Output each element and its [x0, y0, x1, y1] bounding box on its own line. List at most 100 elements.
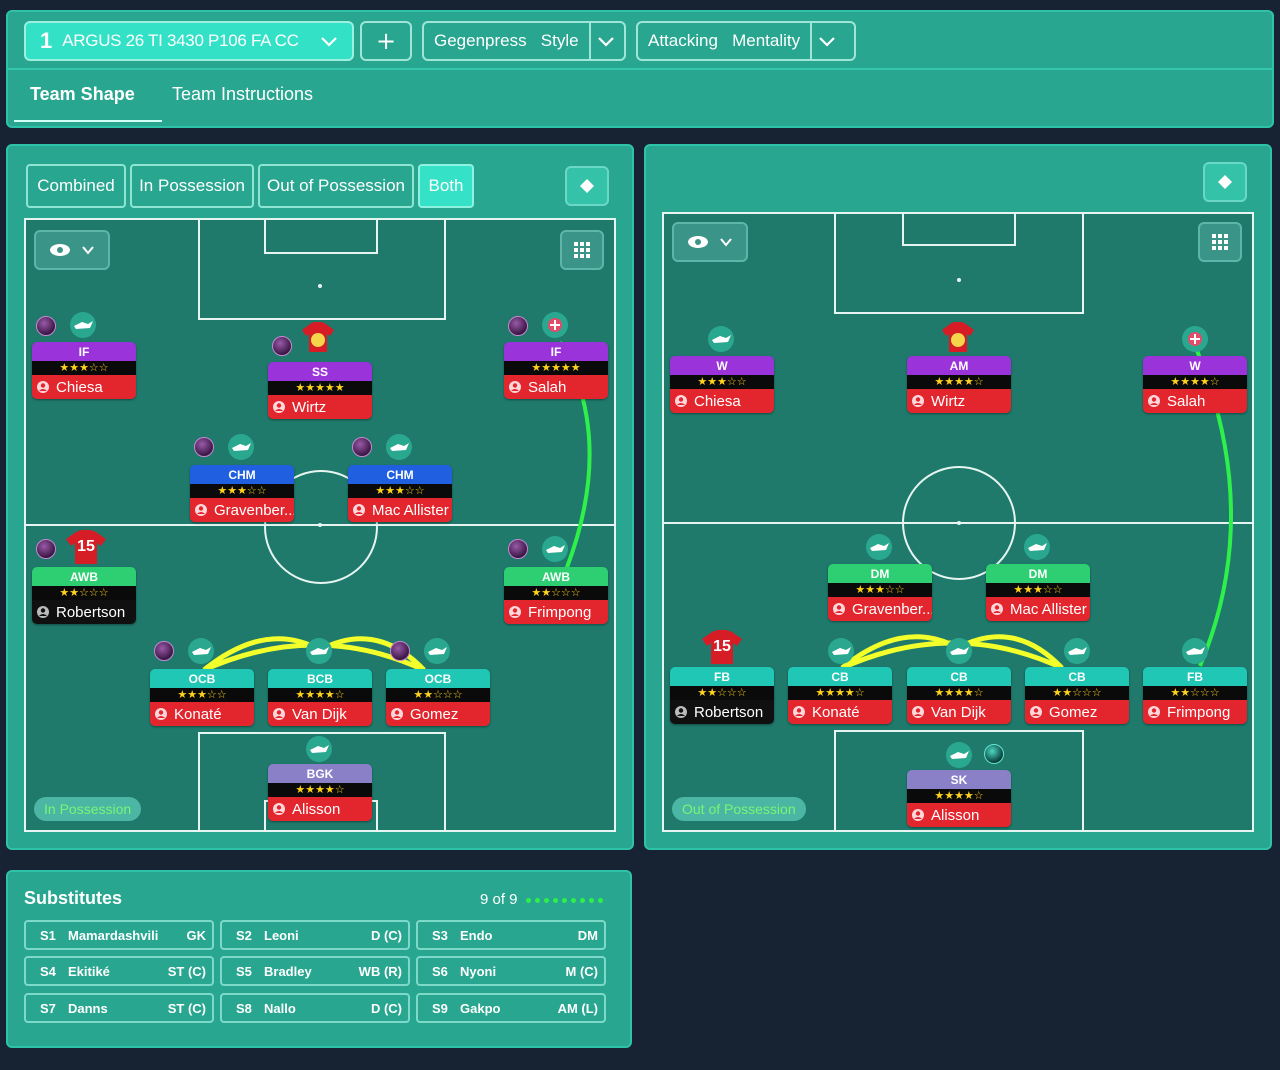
player-name: Konaté: [812, 703, 860, 721]
substitute-slot[interactable]: S7 Danns ST (C): [24, 993, 214, 1023]
player-trait-icon: [36, 539, 56, 559]
player-card[interactable]: CB ★★★★☆ Van Dijk: [907, 667, 1011, 724]
tactic-selector[interactable]: 1 ARGUS 26 TI 3430 P106 FA CC: [24, 21, 354, 61]
player-rating: ★★★★☆: [907, 686, 1011, 700]
role-figure-icon: [188, 638, 214, 664]
player-rating: ★★★☆☆: [828, 583, 932, 597]
player-card[interactable]: SS ★★★★★ Wirtz: [268, 362, 372, 419]
player-name: Frimpong: [1167, 703, 1231, 721]
substitutes-count: 9 of 9: [480, 891, 518, 908]
player-card[interactable]: FB ★★☆☆☆ Robertson: [670, 667, 774, 724]
player-card[interactable]: FB ★★☆☆☆ Frimpong: [1143, 667, 1247, 724]
substitutes-indicator: [526, 898, 603, 903]
substitute-slot[interactable]: S5 Bradley WB (R): [220, 956, 410, 986]
player-card[interactable]: OCB ★★★☆☆ Konaté: [150, 669, 254, 726]
tab-team-instructions[interactable]: Team Instructions: [172, 84, 313, 105]
pitch-view-button[interactable]: [1203, 162, 1247, 202]
substitute-slot[interactable]: S8 Nallo D (C): [220, 993, 410, 1023]
player-role: IF: [32, 342, 136, 361]
top-bar: 1 ARGUS 26 TI 3430 P106 FA CC + Gegenpre…: [6, 10, 1274, 128]
grid-toggle[interactable]: [560, 230, 604, 270]
substitute-slot[interactable]: S3 Endo DM: [416, 920, 606, 950]
player-name: Mac Allister: [1010, 600, 1087, 618]
player-role: BCB: [268, 669, 372, 688]
add-tactic-button[interactable]: +: [360, 21, 412, 61]
substitute-slot[interactable]: S1 Mamardashvili GK: [24, 920, 214, 950]
style-dropdown[interactable]: Gegenpress Style: [422, 21, 626, 61]
person-icon: [273, 401, 285, 413]
player-name-bar: Gomez: [1025, 700, 1129, 724]
substitute-slot[interactable]: S4 Ekitiké ST (C): [24, 956, 214, 986]
substitute-slot[interactable]: S2 Leoni D (C): [220, 920, 410, 950]
player-name: Salah: [1167, 392, 1206, 410]
tactic-name: ARGUS 26 TI 3430 P106 FA CC: [62, 31, 299, 50]
chevron-down-icon: [321, 37, 337, 47]
player-role: FB: [670, 667, 774, 686]
player-rating: ★★★★☆: [907, 375, 1011, 389]
substitute-slot[interactable]: S6 Nyoni M (C): [416, 956, 606, 986]
player-card[interactable]: IF ★★★★★ Salah: [504, 342, 608, 399]
role-figure-icon: [866, 534, 892, 560]
person-icon: [273, 803, 285, 815]
player-name: Wirtz: [292, 398, 327, 416]
player-rating: ★★☆☆☆: [386, 688, 490, 702]
diamond-icon: [1218, 175, 1232, 189]
player-role: CHM: [348, 465, 452, 484]
player-card[interactable]: CB ★★☆☆☆ Gomez: [1025, 667, 1129, 724]
player-name-bar: Robertson: [32, 600, 136, 624]
player-name-bar: Alisson: [907, 803, 1011, 827]
player-card[interactable]: CB ★★★★☆ Konaté: [788, 667, 892, 724]
tab-team-shape[interactable]: Team Shape: [30, 84, 135, 105]
player-card[interactable]: IF ★★★☆☆ Chiesa: [32, 342, 136, 399]
player-name-bar: Konaté: [788, 700, 892, 724]
player-name: Robertson: [694, 703, 764, 721]
player-card[interactable]: SK ★★★★☆ Alisson: [907, 770, 1011, 827]
pitch-view-button[interactable]: [565, 166, 609, 206]
visibility-toggle[interactable]: [672, 222, 748, 262]
person-icon: [1148, 395, 1160, 407]
segment-both[interactable]: Both: [418, 164, 474, 208]
player-card[interactable]: AWB ★★☆☆☆ Frimpong: [504, 567, 608, 624]
player-card[interactable]: W ★★★★☆ Salah: [1143, 356, 1247, 413]
player-rating: ★★★★☆: [1143, 375, 1247, 389]
player-card[interactable]: W ★★★☆☆ Chiesa: [670, 356, 774, 413]
player-card[interactable]: DM ★★★☆☆ Mac Allister: [986, 564, 1090, 621]
mentality-label: Attacking Mentality: [648, 31, 801, 50]
player-name-bar: Konaté: [150, 702, 254, 726]
person-icon: [912, 706, 924, 718]
player-role: AWB: [32, 567, 136, 586]
player-card[interactable]: BCB ★★★★☆ Van Dijk: [268, 669, 372, 726]
player-card[interactable]: DM ★★★☆☆ Gravenber...: [828, 564, 932, 621]
player-name-bar: Robertson: [670, 700, 774, 724]
player-role: IF: [504, 342, 608, 361]
substitute-slot[interactable]: S9 Gakpo AM (L): [416, 993, 606, 1023]
mentality-dropdown[interactable]: Attacking Mentality: [636, 21, 856, 61]
player-role: AWB: [504, 567, 608, 586]
player-role: DM: [986, 564, 1090, 583]
player-name: Alisson: [931, 806, 980, 824]
player-card[interactable]: AM ★★★★☆ Wirtz: [907, 356, 1011, 413]
player-rating: ★★★☆☆: [190, 484, 294, 498]
grid-icon: [574, 242, 590, 258]
player-trait-icon: [390, 641, 410, 661]
player-role: SK: [907, 770, 1011, 789]
player-rating: ★★★☆☆: [32, 361, 136, 375]
player-name-bar: Wirtz: [268, 395, 372, 419]
segment-in-possession[interactable]: In Possession: [130, 164, 254, 208]
role-figure-icon: [424, 638, 450, 664]
segment-out-of-possession[interactable]: Out of Possession: [258, 164, 414, 208]
player-card[interactable]: CHM ★★★☆☆ Gravenber...: [190, 465, 294, 522]
player-card[interactable]: BGK ★★★★☆ Alisson: [268, 764, 372, 821]
grid-toggle[interactable]: [1198, 222, 1242, 262]
segment-combined[interactable]: Combined: [26, 164, 126, 208]
player-card[interactable]: CHM ★★★☆☆ Mac Allister: [348, 465, 452, 522]
player-role: OCB: [150, 669, 254, 688]
role-figure-icon: [828, 638, 854, 664]
visibility-toggle[interactable]: [34, 230, 110, 270]
player-card[interactable]: AWB ★★☆☆☆ Robertson: [32, 567, 136, 624]
person-icon: [675, 706, 687, 718]
player-card[interactable]: OCB ★★☆☆☆ Gomez: [386, 669, 490, 726]
player-trait-icon: [352, 437, 372, 457]
player-name: Robertson: [56, 603, 126, 621]
phase-badge: In Possession: [34, 797, 142, 821]
